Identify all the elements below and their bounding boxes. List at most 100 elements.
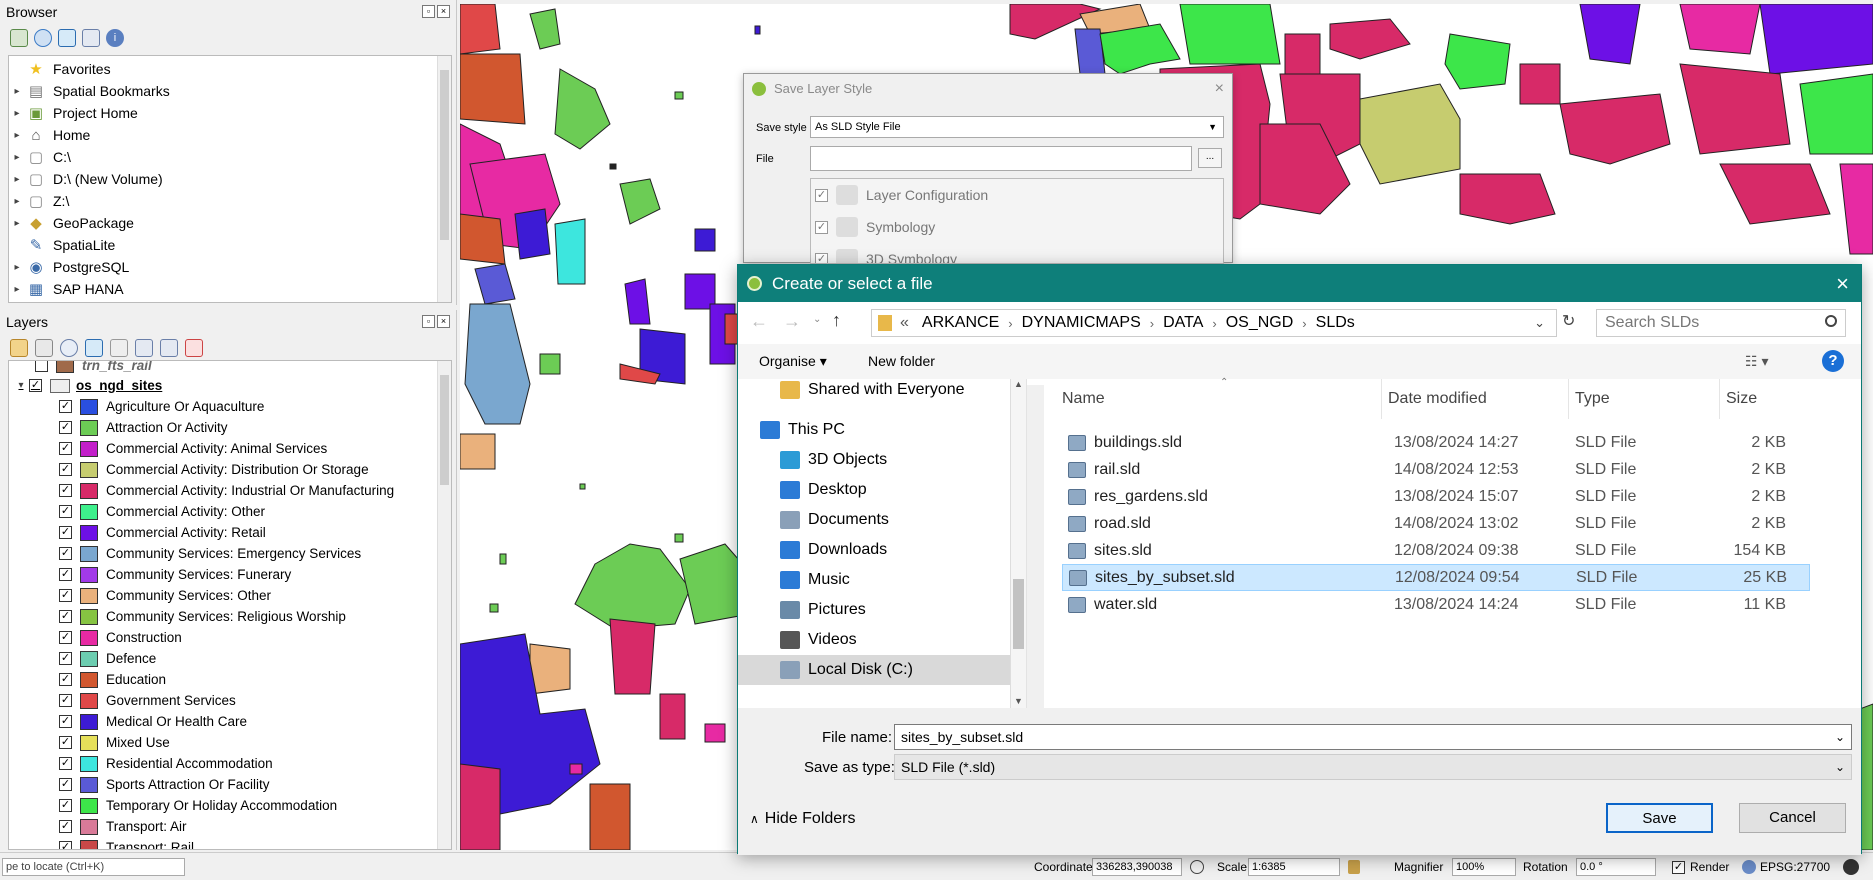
layers-scrollbar[interactable] (437, 361, 451, 849)
back-arrow-icon[interactable]: ← (750, 311, 768, 332)
layer-category-row[interactable]: ✓ Education (9, 669, 437, 690)
file-row[interactable]: res_gardens.sld 13/08/2024 15:07 SLD File 2… (1062, 483, 1810, 510)
chevron-right-icon[interactable]: ▸ (9, 152, 25, 163)
locator-input[interactable]: pe to locate (Ctrl+K) (2, 858, 185, 876)
layer-category-row[interactable]: ✓ Commercial Activity: Distribution Or St… (9, 459, 437, 480)
checkbox[interactable]: ✓ (59, 652, 72, 665)
layer-category-row[interactable]: ✓ Medical Or Health Care (9, 711, 437, 732)
collapse-all-icon[interactable] (82, 29, 100, 47)
column-type[interactable]: Type (1569, 379, 1720, 419)
checkbox[interactable]: ✓ (29, 379, 42, 392)
checkbox[interactable]: ✓ (59, 547, 72, 560)
chevron-right-icon[interactable]: ▸ (9, 284, 25, 295)
chevron-right-icon[interactable]: ▸ (9, 86, 25, 97)
layer-group-row[interactable]: ▾ ✓ os_ngd_sites (9, 375, 437, 396)
browser-item[interactable]: ▸ ◉ PostgreSQL (9, 256, 451, 278)
chevron-right-icon[interactable]: ▸ (9, 218, 25, 229)
nav-item[interactable]: Pictures (738, 595, 1013, 625)
close-icon[interactable]: × (437, 5, 450, 18)
checkbox[interactable]: ✓ (59, 589, 72, 602)
browser-item[interactable]: ✎ SpatiaLite (9, 234, 451, 256)
layer-category-row[interactable]: ✓ Temporary Or Holiday Accommodation (9, 795, 437, 816)
close-icon[interactable]: × (437, 315, 450, 328)
layer-category-row[interactable]: ✓ Defence (9, 648, 437, 669)
chevron-right-icon[interactable]: ▸ (9, 196, 25, 207)
save-style-select[interactable]: As SLD Style File ▼ (810, 116, 1224, 138)
help-icon[interactable]: ? (1822, 350, 1844, 372)
chevron-right-icon[interactable]: ▸ (9, 174, 25, 185)
browser-item[interactable]: ▸ ◆ GeoPackage (9, 212, 451, 234)
chevron-right-icon[interactable]: ▸ (9, 130, 25, 141)
path-segment[interactable]: DATA (1156, 314, 1210, 332)
layer-category-row[interactable]: ✓ Community Services: Religious Worship (9, 606, 437, 627)
crs-label[interactable]: EPSG:27700 (1760, 860, 1830, 874)
browse-button[interactable]: ... (1198, 148, 1222, 168)
nav-item[interactable]: Downloads (738, 535, 1013, 565)
scale-select[interactable]: 1:6385 (1248, 858, 1340, 876)
path-segment[interactable]: SLDs (1309, 314, 1362, 332)
column-name[interactable]: Name (1044, 379, 1382, 419)
checkbox[interactable]: ✓ (59, 463, 72, 476)
checkbox[interactable]: ✓ (59, 400, 72, 413)
file-name-input[interactable]: sites_by_subset.sld ⌄ (894, 724, 1852, 750)
add-group-icon[interactable] (35, 339, 53, 357)
path-segment[interactable]: OS_NGD (1219, 314, 1301, 332)
browser-item[interactable]: ▸ ▣ Project Home (9, 102, 451, 124)
cancel-button[interactable]: Cancel (1739, 803, 1846, 833)
search-input[interactable]: Search SLDs (1596, 309, 1846, 337)
chevron-down-icon[interactable]: ⌄ (1527, 315, 1552, 331)
layer-category-row[interactable]: ✓ Attraction Or Activity (9, 417, 437, 438)
file-row[interactable]: rail.sld 14/08/2024 12:53 SLD File 2 KB (1062, 456, 1810, 483)
scroll-up-icon[interactable]: ▲ (1011, 379, 1026, 389)
checkbox[interactable]: ✓ (59, 694, 72, 707)
checkbox[interactable]: ✓ (59, 610, 72, 623)
checkbox[interactable]: ✓ (59, 757, 72, 770)
expand-all-icon[interactable] (135, 339, 153, 357)
float-icon[interactable]: ▫ (422, 5, 435, 18)
nav-item[interactable]: Local Disk (C:) (738, 655, 1013, 685)
magnifier-input[interactable]: 100% (1452, 858, 1516, 876)
filter-legend-icon[interactable] (85, 339, 103, 357)
lock-scale-icon[interactable] (1348, 860, 1360, 874)
address-bar[interactable]: « ARKANCE › DYNAMICMAPS › DATA › OS_NGD › SL… (871, 309, 1557, 337)
layer-category-row[interactable]: ✓ Transport: Rail (9, 837, 437, 849)
file-row[interactable]: road.sld 14/08/2024 13:02 SLD File 2 KB (1062, 510, 1810, 537)
file-row[interactable]: water.sld 13/08/2024 14:24 SLD File 11 KB (1062, 591, 1810, 618)
checkbox[interactable] (35, 361, 48, 372)
visibility-icon[interactable] (60, 339, 78, 357)
messages-icon[interactable] (1843, 859, 1859, 875)
category-item[interactable]: ✓ Symbology (811, 211, 1223, 243)
float-icon[interactable]: ▫ (422, 315, 435, 328)
layer-category-row[interactable]: ✓ Community Services: Funerary (9, 564, 437, 585)
layer-category-row[interactable]: ✓ Mixed Use (9, 732, 437, 753)
close-icon[interactable]: × (1215, 74, 1224, 104)
checkbox[interactable]: ✓ (59, 505, 72, 518)
browser-item[interactable]: ▸ ▢ Z:\ (9, 190, 451, 212)
nav-item[interactable]: Desktop (738, 475, 1013, 505)
layer-row-rail[interactable]: trn_fts_rail (9, 361, 437, 375)
recent-locations-icon[interactable]: ⌄ (813, 314, 821, 325)
column-size[interactable]: Size (1720, 379, 1810, 419)
filter-expression-icon[interactable] (110, 339, 128, 357)
nav-item[interactable]: Shared with Everyone (738, 379, 1013, 405)
close-icon[interactable]: × (1836, 265, 1849, 302)
layer-category-row[interactable]: ✓ Commercial Activity: Animal Services (9, 438, 437, 459)
refresh-icon[interactable]: ↻ (1562, 311, 1575, 331)
checkbox[interactable]: ✓ (59, 841, 72, 849)
chevron-right-icon[interactable]: ▸ (9, 108, 25, 119)
checkbox[interactable]: ✓ (815, 252, 828, 263)
refresh-icon[interactable] (34, 29, 52, 47)
checkbox[interactable]: ✓ (59, 631, 72, 644)
browser-item[interactable]: ★ Favorites (9, 58, 451, 80)
checkbox[interactable]: ✓ (59, 799, 72, 812)
organise-button[interactable]: Organise ▾ (759, 353, 827, 370)
path-segment[interactable]: ARKANCE (915, 314, 1006, 332)
file-row[interactable]: sites.sld 12/08/2024 09:38 SLD File 154 KB (1062, 537, 1810, 564)
save-as-type-select[interactable]: SLD File (*.sld) ⌄ (894, 754, 1852, 780)
toggle-extents-icon[interactable] (1190, 860, 1204, 874)
chevron-right-icon[interactable]: ▸ (9, 262, 25, 273)
browser-item[interactable]: ▸ ▦ SAP HANA (9, 278, 451, 300)
checkbox[interactable]: ✓ (59, 568, 72, 581)
nav-item[interactable]: Music (738, 565, 1013, 595)
browser-scrollbar[interactable] (437, 56, 451, 302)
